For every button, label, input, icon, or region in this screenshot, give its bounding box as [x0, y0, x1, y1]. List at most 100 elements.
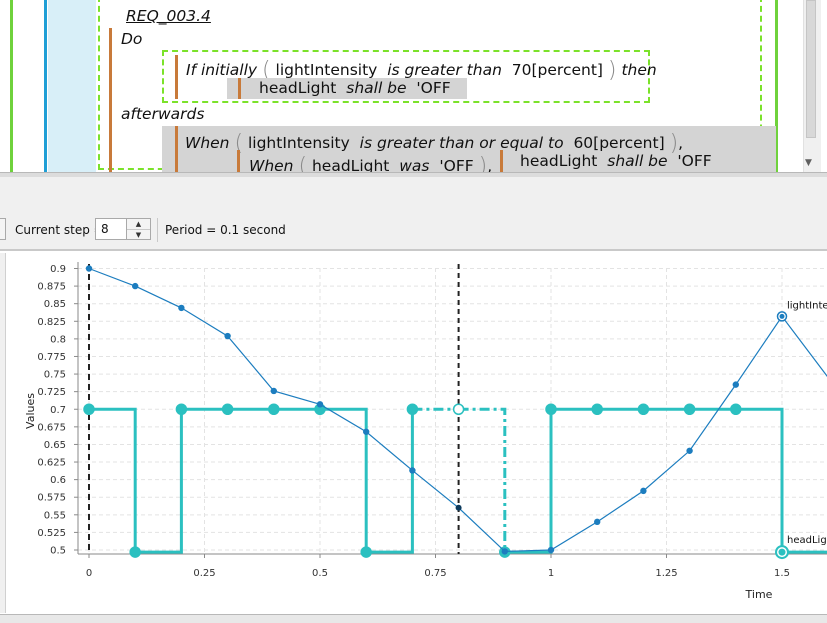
- x-tick-label: 0: [86, 568, 92, 579]
- headlight-point: [452, 403, 465, 415]
- y-tick-label: 0.525: [37, 528, 66, 539]
- relation-greater: is greater than: [387, 61, 502, 79]
- x-tick-label: 1.25: [655, 568, 677, 579]
- light-intensity-series-label: lightInte: [787, 300, 827, 311]
- headlight-ref[interactable]: headLight: [259, 79, 336, 97]
- y-tick-label: 0.725: [37, 387, 66, 398]
- light-intensity-point: [363, 428, 370, 435]
- relation-gte: is greater than or equal to: [359, 134, 564, 152]
- headlight-point: [360, 546, 372, 558]
- light-intensity-point: [732, 381, 739, 388]
- x-axis-title: Time: [745, 588, 773, 601]
- headlight-point: [545, 403, 557, 415]
- editor-blue-bar: [44, 0, 47, 172]
- afterwards-keyword: afterwards: [121, 105, 205, 123]
- when-line: When ( lightIntensity is greater than or…: [185, 129, 684, 156]
- close-paren: ): [607, 58, 617, 83]
- then-keyword: then: [621, 61, 657, 79]
- current-step-input[interactable]: 8: [95, 218, 127, 240]
- headlight-series-label: headLig: [787, 535, 827, 546]
- step-up-icon[interactable]: ▲: [127, 219, 150, 229]
- editor-scrollbar-thumb[interactable]: [806, 0, 816, 138]
- headlight-point: [268, 403, 280, 415]
- y-tick-label: 0.675: [37, 422, 66, 433]
- light-intensity-selected-core: [779, 313, 785, 319]
- headlight-point: [406, 403, 419, 415]
- y-tick-label: 0.85: [44, 299, 66, 310]
- y-tick-label: 0.825: [37, 317, 66, 328]
- y-tick-label: 0.575: [37, 493, 66, 504]
- editor-gutter: [48, 0, 96, 172]
- headlight-point: [591, 403, 603, 415]
- period-label: Period = 0.1 second: [165, 223, 286, 237]
- headlight-point: [221, 403, 234, 415]
- requirement-editor: REQ_003.4 Do If initially ( lightIntensi…: [0, 0, 827, 177]
- light-intensity-point: [686, 447, 693, 454]
- step-down-icon[interactable]: ▼: [127, 229, 150, 240]
- off-value-3[interactable]: 'OFF: [677, 152, 711, 170]
- x-tick-label: 1.5: [774, 568, 790, 579]
- scroll-down-arrow-icon[interactable]: ▼: [805, 158, 812, 168]
- light-intensity-point: [501, 548, 508, 555]
- y-tick-label: 0.625: [37, 458, 66, 469]
- headlight-selected-point-core: [778, 548, 786, 556]
- y-tick-label: 0.75: [44, 370, 66, 381]
- x-tick-label: 0.5: [312, 568, 328, 579]
- threshold-60[interactable]: 60[percent]: [573, 134, 664, 152]
- then-action-bar: [238, 78, 241, 99]
- headlight-point: [83, 403, 95, 415]
- prev-control-edge[interactable]: [0, 218, 6, 240]
- light-intensity-point: [547, 546, 555, 554]
- requirement-id[interactable]: REQ_003.4: [126, 7, 211, 25]
- y-tick-label: 0.55: [44, 510, 66, 521]
- shall-be-keyword: shall be: [346, 79, 407, 97]
- toolbar-separator: [157, 218, 158, 242]
- nested-action-bar: [500, 150, 503, 172]
- if-block-bar: [175, 55, 178, 99]
- light-intensity-point: [85, 265, 93, 272]
- light-intensity-point: [640, 487, 647, 495]
- y-tick-label: 0.65: [44, 440, 66, 451]
- shall-be-keyword-2: shall be: [607, 152, 668, 170]
- y-tick-label: 0.775: [37, 352, 66, 363]
- chart-svg: 0.9 0.875 0.85 0.825 0.8 0.775 0.75 0.725 0.7 0.6…: [24, 262, 827, 601]
- current-step-spinner[interactable]: ▲ ▼: [127, 218, 151, 240]
- light-intensity-point: [409, 467, 416, 474]
- headlight-point: [637, 403, 650, 415]
- splitter[interactable]: [0, 177, 827, 212]
- x-tick-label: 1: [548, 568, 554, 579]
- then-action-line: headLight shall be 'OFF: [259, 79, 451, 97]
- current-step-label: Current step =: [15, 223, 104, 237]
- y-axis-title: Values: [24, 393, 37, 429]
- if-initially-keyword: If initially: [186, 61, 258, 79]
- do-keyword: Do: [121, 30, 143, 48]
- light-intensity-current-point: [455, 504, 462, 511]
- light-intensity-ref[interactable]: lightIntensity: [276, 61, 378, 79]
- y-tick-label: 0.5: [50, 546, 66, 557]
- nested-when-bar: [237, 150, 240, 172]
- y-tick-label: 0.9: [50, 264, 66, 275]
- editor-left-green-bar: [10, 0, 13, 177]
- threshold-70[interactable]: 70[percent]: [512, 61, 603, 79]
- comma: ,: [678, 134, 684, 152]
- y-tick-label: 0.8: [50, 334, 66, 345]
- simulation-chart: 0.9 0.875 0.85 0.825 0.8 0.775 0.75 0.725 0.7 0.6…: [0, 250, 827, 615]
- headlight-point: [683, 403, 696, 415]
- light-intensity-point: [594, 518, 601, 526]
- light-intensity-point: [316, 401, 324, 408]
- light-intensity-ref-2[interactable]: lightIntensity: [248, 134, 350, 152]
- headlight-point: [730, 403, 742, 415]
- do-block-bar: [109, 28, 112, 172]
- y-tick-label: 0.7: [50, 405, 66, 416]
- when-keyword: When: [185, 134, 230, 152]
- nested-action-line: headLight shall be 'OFF: [520, 152, 712, 170]
- light-intensity-point: [270, 387, 277, 395]
- headlight-ref-3[interactable]: headLight: [520, 152, 597, 170]
- step-toolbar: Current step = 8 ▲ ▼ Period = 0.1 second: [0, 211, 827, 250]
- light-intensity-point: [132, 282, 139, 290]
- light-intensity-point: [224, 332, 231, 340]
- y-tick-label: 0.875: [37, 282, 66, 293]
- when-block-bar: [175, 126, 178, 172]
- off-value[interactable]: 'OFF: [416, 79, 450, 97]
- headlight-point: [175, 403, 188, 415]
